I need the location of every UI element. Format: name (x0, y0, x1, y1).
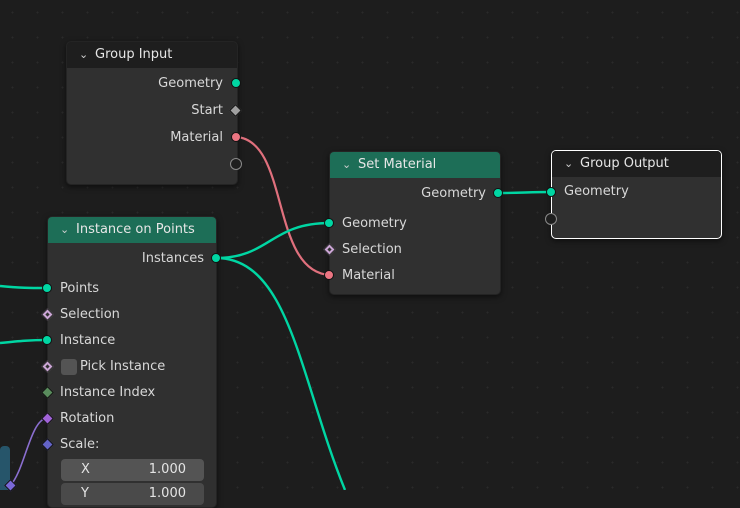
node-title: Group Output (580, 156, 669, 171)
group-output-geometry-socket[interactable] (546, 187, 556, 197)
scale-x-value: 1.000 (148, 462, 186, 477)
set-material-geometry-in-socket[interactable] (324, 218, 334, 228)
set-material-geometry-out-socket[interactable] (493, 188, 503, 198)
group-input-header[interactable]: ⌄ Group Input (67, 42, 237, 68)
link-output (497, 190, 552, 195)
group-input-node[interactable]: ⌄ Group Input Geometry Start Material (66, 41, 238, 185)
input-selection-label: Selection (342, 242, 402, 257)
link-instances-down (215, 256, 347, 490)
instances-out-socket[interactable] (211, 253, 221, 263)
scale-x-field[interactable]: X 1.000 (61, 459, 204, 481)
input-instance-index-label: Instance Index (60, 385, 156, 400)
link-rotation (9, 417, 48, 487)
input-points-label: Points (60, 281, 100, 296)
node-title: Set Material (358, 157, 437, 172)
output-material-label: Material (170, 130, 223, 145)
set-material-header[interactable]: ⌄ Set Material (330, 152, 500, 178)
link-instances-geometry (215, 221, 331, 260)
instance-in-socket[interactable] (42, 335, 52, 345)
group-output-header[interactable]: ⌄ Group Output (552, 151, 721, 177)
pick-instance-checkbox[interactable] (61, 359, 77, 375)
group-output-node[interactable]: ⌄ Group Output Geometry (551, 150, 722, 239)
chevron-down-icon[interactable]: ⌄ (79, 42, 91, 68)
output-geometry-label: Geometry (158, 76, 223, 91)
scale-y-value: 1.000 (148, 486, 186, 501)
set-material-node[interactable]: ⌄ Set Material Geometry Geometry Selecti… (329, 151, 501, 295)
output-start-label: Start (191, 103, 223, 118)
link-to-points (0, 284, 48, 290)
group-output-empty-socket[interactable] (545, 213, 557, 225)
input-material-label: Material (342, 268, 395, 283)
link-to-instance (0, 338, 48, 345)
output-instances-label: Instances (141, 251, 204, 266)
chevron-down-icon[interactable]: ⌄ (564, 151, 576, 177)
input-instance-label: Instance (60, 333, 116, 348)
scale-y-field[interactable]: Y 1.000 (61, 483, 204, 505)
group-input-material-socket[interactable] (231, 132, 241, 142)
instance-on-points-header[interactable]: ⌄ Instance on Points (48, 217, 216, 243)
group-input-geometry-socket[interactable] (231, 78, 241, 88)
points-in-socket[interactable] (42, 283, 52, 293)
scale-x-label: X (81, 462, 90, 477)
input-geometry-label: Geometry (564, 184, 629, 199)
instance-on-points-node[interactable]: ⌄ Instance on Points Instances Points Se… (47, 216, 217, 508)
node-title: Instance on Points (76, 222, 195, 237)
input-selection-label: Selection (60, 307, 120, 322)
input-rotation-label: Rotation (60, 411, 115, 426)
scale-y-label: Y (81, 486, 89, 501)
chevron-down-icon[interactable]: ⌄ (60, 217, 72, 243)
output-geometry-label: Geometry (421, 186, 486, 201)
set-material-material-socket[interactable] (324, 270, 334, 280)
input-pick-instance-label: Pick Instance (80, 359, 166, 374)
input-scale-label: Scale: (60, 437, 100, 452)
input-geometry-label: Geometry (342, 216, 407, 231)
node-title: Group Input (95, 47, 173, 62)
link-material (235, 135, 331, 277)
group-input-empty-socket[interactable] (230, 158, 242, 170)
chevron-down-icon[interactable]: ⌄ (342, 152, 354, 178)
